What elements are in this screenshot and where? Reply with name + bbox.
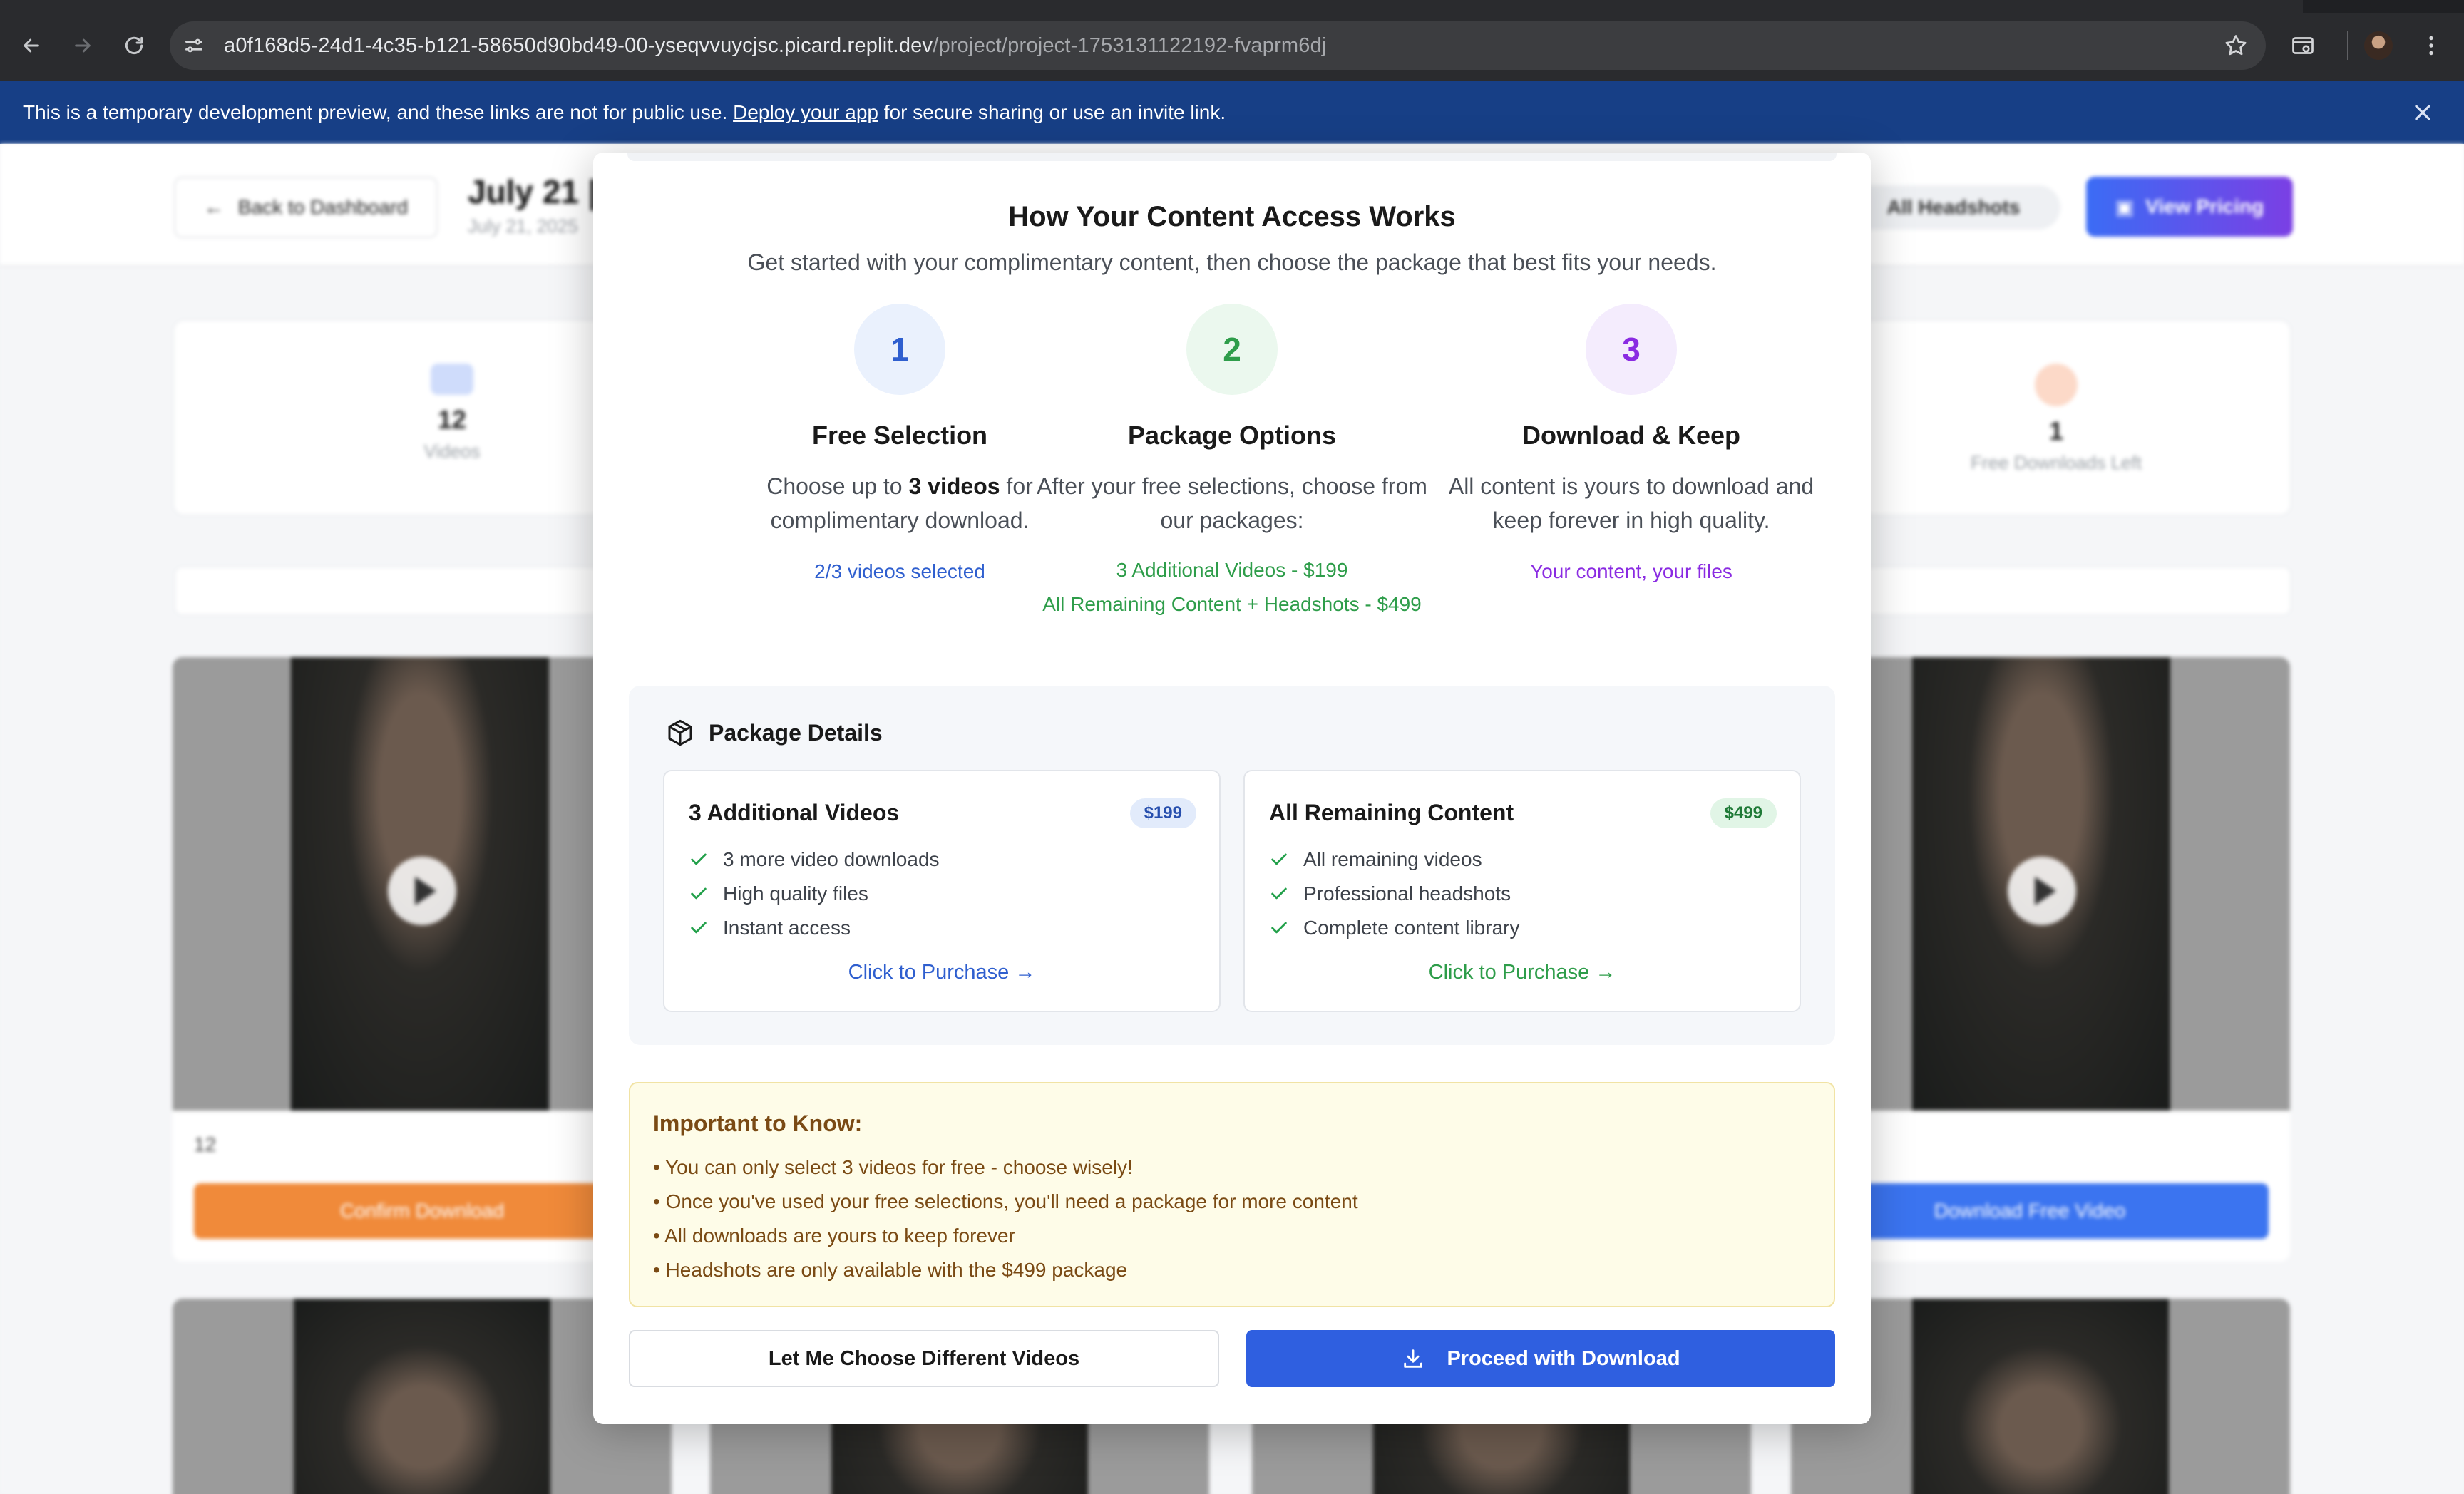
more-menu-icon[interactable]	[2410, 24, 2453, 67]
feature-label: 3 more video downloads	[723, 848, 940, 870]
dev-preview-banner: This is a temporary development preview,…	[0, 81, 2464, 144]
url-host: a0f168d5-24d1-4c35-b121-58650d90bd49-00-…	[224, 34, 933, 57]
feature-label: High quality files	[723, 882, 868, 905]
feature-label: Professional headshots	[1303, 882, 1511, 905]
feature-item: High quality files	[689, 877, 940, 911]
bookmark-star-icon[interactable]	[2223, 33, 2249, 58]
step-number-badge: 1	[854, 304, 945, 395]
package-option-note: All Remaining Content + Headshots - $499	[1042, 593, 1422, 615]
package-details-panel: Package Details 3 Additional Videos $199…	[629, 686, 1835, 1045]
tab-search-icon[interactable]	[2281, 24, 2324, 67]
feature-item: 3 more video downloads	[689, 843, 940, 877]
banner-text: This is a temporary development preview,…	[23, 81, 1226, 144]
proceed-with-download-button[interactable]: Proceed with Download	[1246, 1330, 1835, 1387]
back-arrow-icon[interactable]	[14, 29, 48, 63]
important-notice: Important to Know: • You can only select…	[629, 1082, 1835, 1307]
step-desc-bold: 3 videos	[908, 473, 1000, 499]
package-box-icon	[668, 719, 692, 746]
url-path: /project/project-1753131122192-fvaprm6dj	[933, 34, 1327, 57]
purchase-link[interactable]: Click to Purchase →	[664, 961, 1219, 984]
package-details-heading: Package Details	[666, 718, 883, 747]
feature-item: Instant access	[689, 911, 940, 945]
package-card-additional-videos[interactable]: 3 Additional Videos $199 3 more video do…	[663, 770, 1221, 1012]
important-item: • All downloads are yours to keep foreve…	[653, 1225, 1015, 1247]
price-badge: $499	[1710, 798, 1777, 828]
step-download-keep: 3 Download & Keep All content is yours t…	[1432, 304, 1831, 586]
feature-list: 3 more video downloads High quality file…	[689, 843, 940, 945]
ownership-note: Your content, your files	[1530, 560, 1732, 582]
feature-list: All remaining videos Professional headsh…	[1269, 843, 1519, 945]
reload-icon[interactable]	[117, 29, 151, 63]
site-settings-icon[interactable]	[183, 34, 205, 57]
active-tab[interactable]	[0, 0, 2303, 13]
purchase-link[interactable]: Click to Purchase →	[1245, 961, 1800, 984]
package-details-title: Package Details	[709, 719, 883, 746]
step-description: After your free selections, choose from …	[1037, 473, 1427, 533]
check-icon	[1271, 922, 1287, 934]
url-text[interactable]: a0f168d5-24d1-4c35-b121-58650d90bd49-00-…	[224, 21, 1327, 70]
package-title: 3 Additional Videos	[689, 800, 900, 825]
important-item: • You can only select 3 videos for free …	[653, 1156, 1133, 1178]
check-icon	[1271, 853, 1287, 865]
step-description: All content is yours to download and kee…	[1448, 473, 1814, 533]
important-title: Important to Know:	[653, 1111, 863, 1136]
banner-text-after: for secure sharing or use an invite link…	[883, 101, 1226, 123]
feature-label: Instant access	[723, 917, 851, 939]
feature-item: Complete content library	[1269, 911, 1519, 945]
package-card-all-content[interactable]: All Remaining Content $499 All remaining…	[1243, 770, 1801, 1012]
step-number-badge: 3	[1586, 304, 1677, 395]
feature-item: All remaining videos	[1269, 843, 1519, 877]
check-icon	[691, 853, 707, 865]
modal-scroll-edge	[627, 153, 1837, 161]
feature-label: Complete content library	[1303, 917, 1520, 939]
forward-arrow-icon[interactable]	[66, 29, 100, 63]
tab-strip	[0, 0, 2464, 13]
package-title: All Remaining Content	[1269, 800, 1514, 825]
proceed-label: Proceed with Download	[1447, 1346, 1680, 1370]
important-item: • Once you've used your free selections,…	[653, 1190, 1358, 1212]
modal-subtitle: Get started with your complimentary cont…	[747, 249, 1717, 275]
price-badge: $199	[1129, 798, 1196, 828]
content-access-modal: How Your Content Access Works Get starte…	[593, 153, 1871, 1424]
deploy-app-link[interactable]: Deploy your app	[733, 101, 878, 123]
banner-text-before: This is a temporary development preview,…	[23, 101, 728, 123]
step-number-badge: 2	[1186, 304, 1278, 395]
profile-avatar[interactable]	[2364, 31, 2393, 60]
package-option-note: 3 Additional Videos - $199	[1116, 559, 1348, 581]
step-title: Download & Keep	[1521, 421, 1741, 450]
address-bar[interactable]: a0f168d5-24d1-4c35-b121-58650d90bd49-00-…	[170, 21, 2266, 70]
important-item: • Headshots are only available with the …	[653, 1259, 1128, 1281]
step-desc-pre: Choose up to	[766, 473, 903, 499]
browser-toolbar: a0f168d5-24d1-4c35-b121-58650d90bd49-00-…	[0, 0, 2464, 81]
step-package-options: 2 Package Options After your free select…	[1032, 304, 1432, 619]
important-list: • You can only select 3 videos for free …	[653, 1150, 1358, 1287]
modal-title: How Your Content Access Works	[1008, 201, 1456, 232]
choose-different-videos-button[interactable]: Let Me Choose Different Videos	[629, 1330, 1219, 1387]
feature-item: Professional headshots	[1269, 877, 1519, 911]
close-icon[interactable]	[2410, 100, 2435, 125]
check-icon	[691, 887, 707, 900]
feature-label: All remaining videos	[1303, 848, 1482, 870]
toolbar-divider	[2347, 31, 2348, 60]
check-icon	[691, 922, 707, 934]
check-icon	[1271, 887, 1287, 900]
download-icon	[1404, 1349, 1423, 1368]
step-title: Package Options	[1127, 421, 1337, 450]
